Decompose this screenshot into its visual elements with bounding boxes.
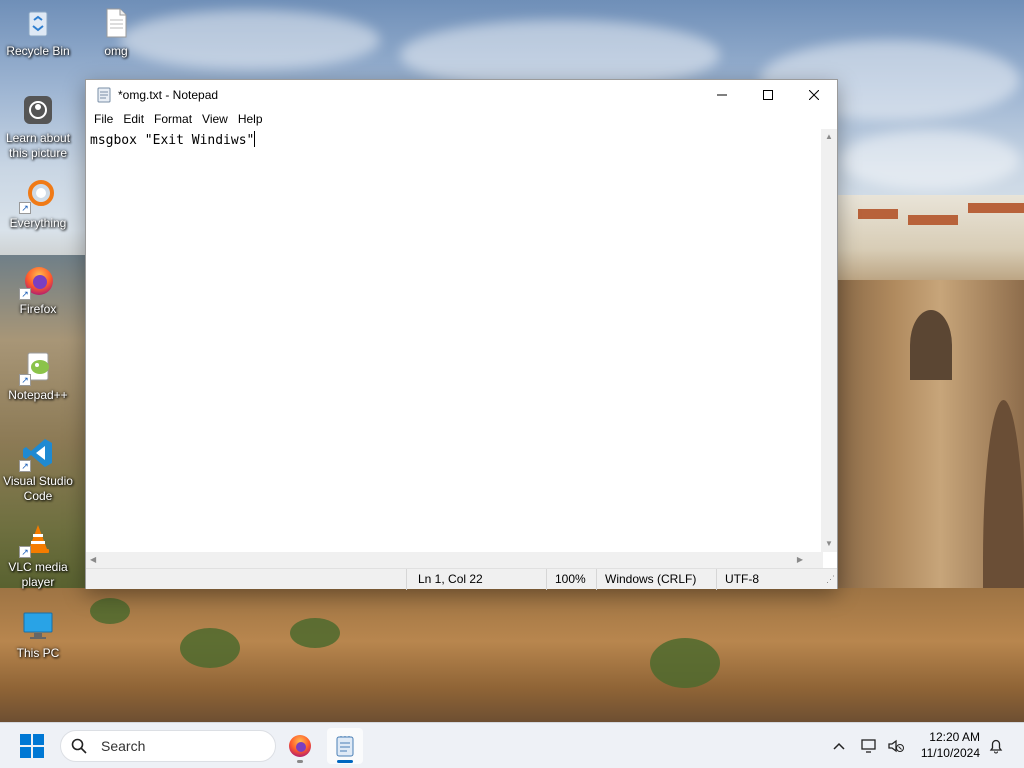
desktop-icon-label: Notepad++ (8, 388, 68, 402)
status-encoding: UTF-8 (725, 572, 759, 586)
desktop-icon-firefox[interactable]: ↗ Firefox (0, 264, 76, 317)
search-placeholder: Search (101, 738, 146, 754)
clock-time: 12:20 AM (929, 730, 980, 744)
title-bar[interactable]: *omg.txt - Notepad (86, 80, 837, 109)
notepad-window: *omg.txt - Notepad File Edit Format View… (85, 79, 838, 590)
desktop-icon-label: This PC (16, 646, 60, 660)
notepad-icon (96, 87, 112, 103)
text-caret (254, 131, 256, 147)
recycle-bin-icon (21, 6, 55, 40)
desktop-icon-recycle-bin[interactable]: Recycle Bin (0, 6, 76, 59)
taskbar-notepad[interactable] (327, 728, 363, 764)
desktop-icon-label: Visual Studio Code (3, 474, 73, 503)
desktop-icon-label: Recycle Bin (6, 44, 70, 58)
text-file-icon (99, 6, 133, 40)
network-status-button[interactable] (860, 736, 880, 756)
desktop-icon-label: Everything (9, 216, 67, 230)
start-button[interactable] (20, 734, 44, 758)
bell-icon (989, 739, 1003, 754)
close-button[interactable] (791, 80, 837, 109)
vertical-scrollbar[interactable]: ▲ ▼ (821, 129, 837, 552)
scroll-right-icon[interactable]: ▶ (797, 555, 803, 564)
this-pc-icon (21, 608, 55, 642)
desktop-icon-vscode[interactable]: ↗ Visual Studio Code (0, 436, 76, 504)
camera-icon (21, 93, 55, 127)
desktop-icon-label: VLC media player (8, 560, 68, 589)
menu-view[interactable]: View (197, 112, 233, 126)
desktop-icon-this-pc[interactable]: This PC (0, 608, 76, 661)
firefox-icon (289, 735, 311, 757)
network-icon (861, 739, 876, 753)
taskbar-firefox[interactable] (282, 728, 318, 764)
resize-grip-icon[interactable]: ⋰ (826, 574, 835, 585)
status-position: Ln 1, Col 22 (418, 572, 483, 586)
minimize-icon (717, 94, 727, 95)
menu-edit[interactable]: Edit (118, 112, 149, 126)
desktop-icon-everything[interactable]: ↗ Everything (0, 178, 76, 231)
minimize-button[interactable] (699, 80, 745, 109)
scroll-up-icon[interactable]: ▲ (825, 132, 833, 141)
maximize-button[interactable] (745, 80, 791, 109)
menu-help[interactable]: Help (233, 112, 268, 126)
chevron-up-icon (833, 742, 845, 750)
menu-file[interactable]: File (89, 112, 118, 126)
status-zoom: 100% (555, 572, 586, 586)
search-icon (71, 738, 87, 754)
notepad-icon (336, 736, 354, 757)
desktop-icon-notepadpp[interactable]: ↗ Notepad++ (0, 350, 76, 403)
window-title: *omg.txt - Notepad (118, 87, 219, 102)
status-line-ending: Windows (CRLF) (605, 572, 697, 586)
status-bar: Ln 1, Col 22 100% Windows (CRLF) UTF-8 ⋰ (86, 568, 837, 590)
everything-icon: ↗ (19, 178, 55, 214)
close-icon (809, 89, 819, 100)
text-editor[interactable]: msgbox "Exit Windiws" (86, 129, 823, 552)
clock-date: 11/10/2024 (920, 746, 980, 760)
scroll-left-icon[interactable]: ◀ (90, 555, 96, 564)
maximize-icon (763, 89, 773, 100)
desktop-icon-omg[interactable]: omg (78, 6, 154, 59)
editor-content: msgbox "Exit Windiws" (90, 133, 255, 148)
notepadpp-icon: ↗ (19, 350, 55, 386)
firefox-icon: ↗ (19, 264, 55, 300)
desktop-icon-label: Firefox (19, 302, 57, 316)
taskbar-clock[interactable]: 12:20 AM 11/10/2024 (921, 729, 980, 761)
taskbar-search[interactable]: Search (60, 730, 276, 762)
volume-button[interactable] (886, 736, 906, 756)
windows-logo-icon (20, 734, 44, 758)
desktop-icon-label: Learn about this picture (5, 131, 71, 160)
scroll-down-icon[interactable]: ▼ (825, 539, 833, 548)
vlc-icon: ↗ (19, 522, 55, 558)
taskbar: Search 12:20 AM 11/10/2024 (0, 722, 1024, 768)
vscode-icon: ↗ (19, 436, 55, 472)
desktop-icon-learn-about-picture[interactable]: Learn about this picture (0, 93, 76, 161)
menu-bar: File Edit Format View Help (86, 109, 837, 129)
notifications-button[interactable] (986, 736, 1006, 756)
menu-format[interactable]: Format (149, 112, 197, 126)
volume-muted-icon (888, 739, 904, 753)
desktop-icon-label: omg (104, 44, 128, 58)
horizontal-scrollbar[interactable]: ◀ ▶ (86, 552, 823, 568)
desktop-icon-vlc[interactable]: ↗ VLC media player (0, 522, 76, 590)
show-hidden-icons-button[interactable] (829, 736, 849, 756)
